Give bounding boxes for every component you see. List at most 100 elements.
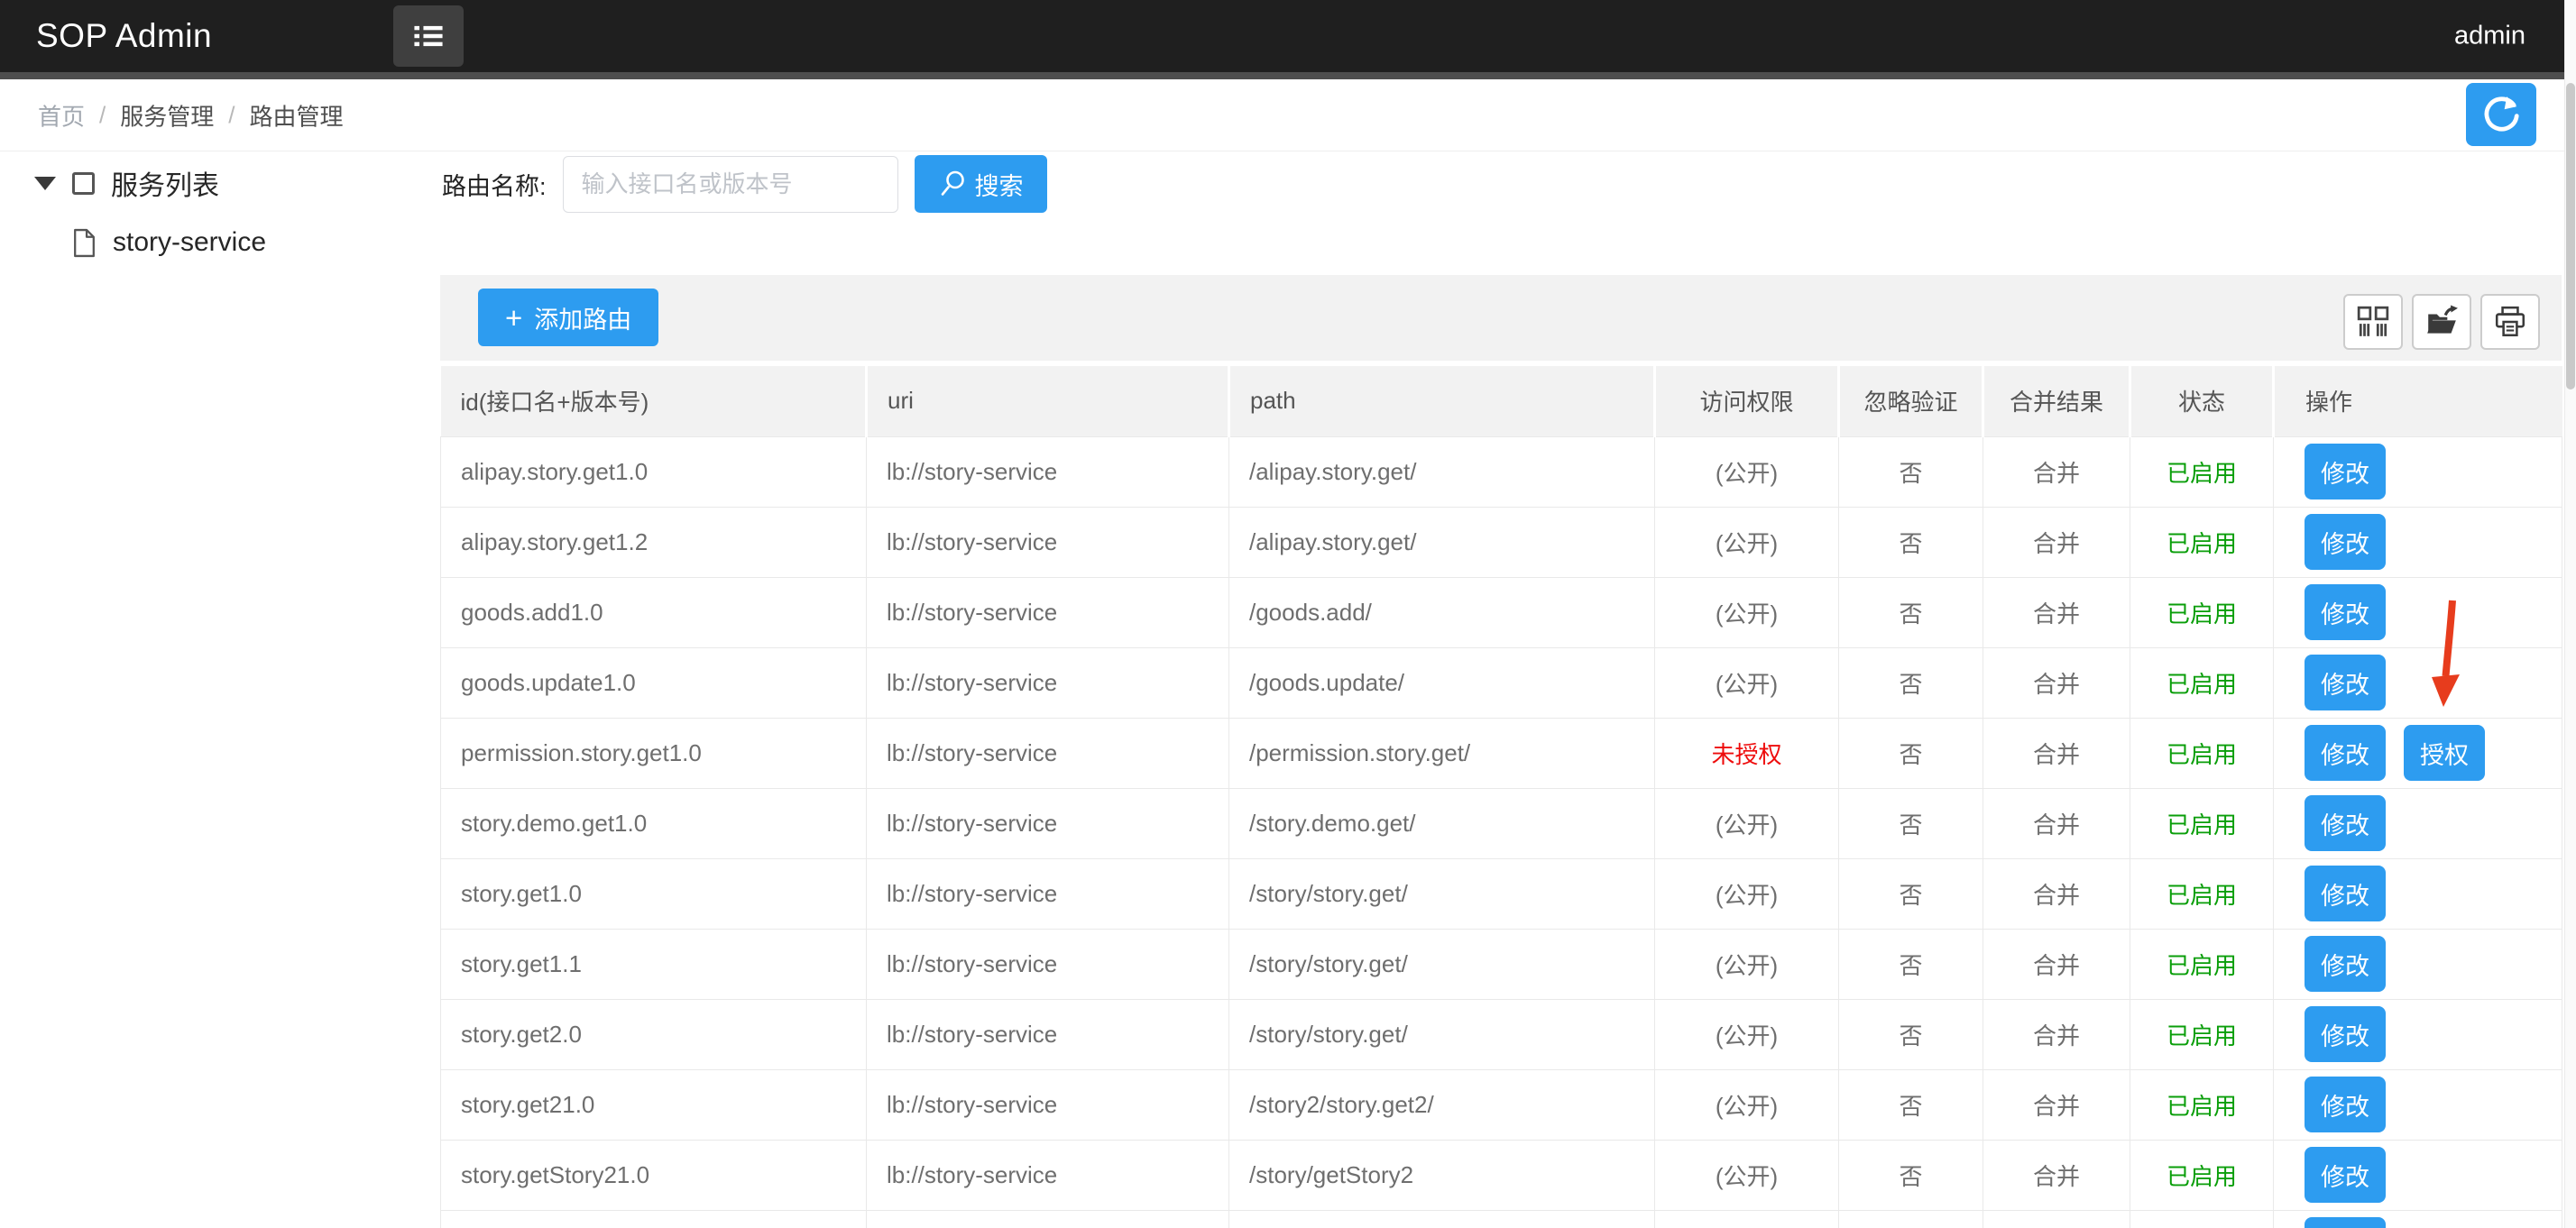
cell-id [441,1210,867,1228]
breadcrumb-separator: / [228,101,235,129]
modify-button[interactable]: 修改 [2305,1147,2386,1203]
add-route-button[interactable]: + 添加路由 [478,289,658,346]
magnifier-icon [938,170,967,198]
modify-button[interactable]: 修改 [2305,584,2386,640]
route-table: id(接口名+版本号) uri path 访问权限 忽略验证 合并结果 状态 操… [440,366,2562,1228]
cell-actions: 修改 [2274,1069,2562,1140]
cell-id: goods.add1.0 [441,577,867,647]
cell-ignore-validate: 否 [1839,577,1983,647]
modify-button[interactable]: 修改 [2305,725,2386,781]
print-icon [2493,305,2527,339]
authorize-button[interactable]: 授权 [2404,725,2485,781]
table-header: id(接口名+版本号) uri path 访问权限 忽略验证 合并结果 状态 操… [441,366,2562,436]
modify-button[interactable]: 修改 [2305,866,2386,921]
cell-permission: (公开) [1655,577,1839,647]
column-header-merge-result: 合并结果 [1983,366,2130,436]
cell-status: 已启用 [2130,507,2274,577]
table-row: permission.story.get1.0 lb://story-servi… [441,718,2562,788]
breadcrumb-separator: / [99,101,106,129]
user-menu[interactable]: admin [2454,22,2525,51]
column-header-actions: 操作 [2274,366,2562,436]
cell-uri: lb://story-service [867,647,1229,718]
cell-merge-result [1983,1210,2130,1228]
tree-child-label: story-service [113,227,266,258]
cell-merge-result: 合并 [1983,1069,2130,1140]
cell-actions: 修改 [2274,929,2562,999]
cell-actions: 修改 [2274,577,2562,647]
app-title: SOP Admin [36,17,212,55]
table-row: story.get21.0 lb://story-service /story2… [441,1069,2562,1140]
cell-uri: lb://story-service [867,577,1229,647]
column-header-ignore-validate: 忽略验证 [1839,366,1983,436]
cell-status: 已启用 [2130,788,2274,858]
cell-permission: (公开) [1655,1140,1839,1210]
cell-actions: 修改 [2274,647,2562,718]
cell-merge-result: 合并 [1983,507,2130,577]
cell-actions: 修改 [2274,1210,2562,1228]
plus-icon: + [505,303,522,333]
cell-ignore-validate: 否 [1839,929,1983,999]
cell-permission: (公开) [1655,1069,1839,1140]
modify-button[interactable]: 修改 [2305,1006,2386,1062]
breadcrumb-home-link[interactable]: 首页 [38,98,85,132]
column-header-uri: uri [867,366,1229,436]
tree-node-service-list[interactable]: 服务列表 [0,153,424,213]
search-button[interactable]: 搜索 [915,155,1047,213]
sidebar-toggle-button[interactable] [393,5,464,67]
refresh-button[interactable] [2466,83,2536,146]
cell-actions: 修改 [2274,788,2562,858]
modify-button[interactable]: 修改 [2305,795,2386,851]
cell-merge-result: 合并 [1983,858,2130,929]
cell-id: alipay.story.get1.2 [441,507,867,577]
scrollbar-thumb[interactable] [2566,83,2575,389]
modify-button[interactable]: 修改 [2305,655,2386,710]
cell-actions: 修改 [2274,858,2562,929]
route-name-input[interactable] [563,156,898,213]
cell-id: story.get2.0 [441,999,867,1069]
toggle-columns-button[interactable] [2343,294,2403,350]
cell-permission: (公开) [1655,929,1839,999]
cell-actions: 修改 [2274,507,2562,577]
tree-node-story-service[interactable]: story-service [0,213,424,272]
cell-uri: lb://story-service [867,436,1229,507]
refresh-icon [2480,94,2522,135]
export-button[interactable] [2412,294,2471,350]
page: SOP Admin admin 首页 / 服务管理 / 路由管理 [0,0,2576,1228]
table-row: story.get1.1 lb://story-service /story/s… [441,929,2562,999]
cell-status: 已启用 [2130,577,2274,647]
table-header-row: id(接口名+版本号) uri path 访问权限 忽略验证 合并结果 状态 操… [441,366,2562,436]
cell-merge-result: 合并 [1983,577,2130,647]
breadcrumb-bar: 首页 / 服务管理 / 路由管理 [0,79,2576,151]
cell-status: 已启用 [2130,999,2274,1069]
table-toolbar: + 添加路由 [440,275,2562,361]
cell-uri: lb://story-service [867,718,1229,788]
cell-status: 已启用 [2130,858,2274,929]
cell-path: /goods.add/ [1229,577,1655,647]
route-table-widget: + 添加路由 [440,275,2562,1228]
caret-down-icon[interactable] [34,177,56,190]
column-header-status: 状态 [2130,366,2274,436]
add-route-button-label: 添加路由 [534,300,631,335]
cell-ignore-validate: 否 [1839,647,1983,718]
cell-path: /permission.story.get/ [1229,718,1655,788]
cell-status: 已启用 [2130,647,2274,718]
cell-id: goods.update1.0 [441,647,867,718]
modify-button[interactable]: 修改 [2305,444,2386,499]
modify-button[interactable]: 修改 [2305,514,2386,570]
cell-actions: 修改授权 [2274,718,2562,788]
print-button[interactable] [2480,294,2540,350]
modify-button[interactable]: 修改 [2305,1217,2386,1228]
cell-path [1229,1210,1655,1228]
vertical-scrollbar[interactable] [2564,0,2576,1228]
modify-button[interactable]: 修改 [2305,1077,2386,1132]
cell-path: /story2/story.get2/ [1229,1069,1655,1140]
cell-actions: 修改 [2274,999,2562,1069]
cell-ignore-validate [1839,1210,1983,1228]
breadcrumb-item-service[interactable]: 服务管理 [120,98,214,132]
tree-root-label: 服务列表 [111,163,219,203]
modify-button[interactable]: 修改 [2305,936,2386,992]
table-row: alipay.story.get1.0 lb://story-service /… [441,436,2562,507]
cell-status: 已启用 [2130,1069,2274,1140]
cell-id: story.get1.0 [441,858,867,929]
cell-id: permission.story.get1.0 [441,718,867,788]
